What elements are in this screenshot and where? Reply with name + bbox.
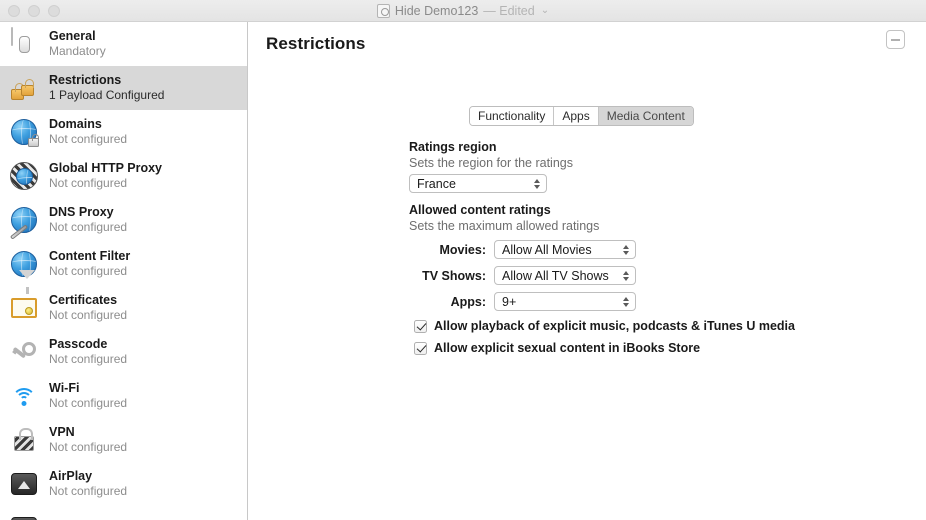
sidebar-item-title: Passcode: [49, 337, 108, 352]
window-title-area: Hide Demo123 — Edited ⌄: [0, 0, 926, 21]
tab-apps[interactable]: Apps: [554, 107, 599, 125]
sidebar-item-subtitle: Not configured: [49, 352, 128, 367]
sidebar-item-subtitle: Not configured: [49, 176, 128, 191]
profile-editor-window: Hide Demo123 — Edited ⌄ General Mandator…: [0, 0, 926, 520]
wifi-icon: [8, 380, 40, 412]
explicit-music-label: Allow playback of explicit music, podcas…: [434, 319, 795, 333]
chevron-down-icon[interactable]: ⌄: [541, 5, 549, 16]
stepper-arrows-icon: [623, 244, 629, 255]
close-button[interactable]: [8, 4, 20, 17]
traffic-lights: [8, 4, 60, 17]
apps-label: Apps:: [450, 294, 486, 309]
sidebar-item-title: Restrictions: [49, 73, 122, 88]
tv-shows-rating-value: Allow All TV Shows: [502, 268, 609, 283]
remove-payload-button[interactable]: [886, 30, 905, 49]
global-http-proxy-icon: [8, 160, 40, 192]
document-icon: [376, 3, 390, 18]
allowed-ratings-subtitle: Sets the maximum allowed ratings: [409, 219, 600, 233]
ratings-region-value: France: [417, 176, 456, 191]
movies-rating-select[interactable]: Allow All Movies: [494, 240, 636, 259]
page-title: Restrictions: [266, 34, 366, 53]
sidebar-item-vpn[interactable]: VPN Not configured: [0, 418, 247, 462]
tab-functionality[interactable]: Functionality: [470, 107, 555, 125]
sidebar-item-certificates[interactable]: Certificates Not configured: [0, 286, 247, 330]
sidebar-item-subtitle: Not configured: [49, 220, 128, 235]
sidebar-item-subtitle: 1 Payload Configured: [49, 88, 165, 103]
sidebar-item-subtitle: Not configured: [49, 440, 128, 455]
vpn-lock-icon: [8, 424, 40, 456]
sidebar-item-global-http-proxy[interactable]: Global HTTP Proxy Not configured: [0, 154, 247, 198]
sidebar-item-wifi[interactable]: Wi-Fi Not configured: [0, 374, 247, 418]
payload-sidebar[interactable]: General Mandatory Restrictions 1 Payload…: [0, 22, 248, 520]
sidebar-item-domains[interactable]: Domains Not configured: [0, 110, 247, 154]
sidebar-item-title: VPN: [49, 425, 75, 440]
sidebar-item-subtitle: Not configured: [49, 308, 128, 323]
payload-detail-pane: Restrictions Functionality Apps Media Co…: [248, 22, 926, 520]
sidebar-item-subtitle: Mandatory: [49, 44, 106, 59]
airplay-icon: [8, 468, 40, 500]
sidebar-item-dns-proxy[interactable]: DNS Proxy Not configured: [0, 198, 247, 242]
sidebar-item-airplay[interactable]: AirPlay Not configured: [0, 462, 247, 506]
sidebar-item-subtitle: Not configured: [49, 396, 128, 411]
sidebar-item-title: DNS Proxy: [49, 205, 114, 220]
zoom-button[interactable]: [48, 4, 60, 17]
window-title: Hide Demo123: [394, 3, 479, 18]
explicit-music-checkbox-row[interactable]: Allow playback of explicit music, podcas…: [409, 319, 869, 333]
sidebar-item-subtitle: Not configured: [49, 484, 128, 499]
stepper-arrows-icon: [623, 296, 629, 307]
apps-rating-row: Apps: 9+: [409, 292, 869, 311]
sidebar-item-airplay-security[interactable]: AirPlay Security: [0, 506, 247, 520]
window-titlebar: Hide Demo123 — Edited ⌄: [0, 0, 926, 22]
ratings-region-group: Ratings region Sets the region for the r…: [409, 140, 869, 193]
sidebar-item-restrictions[interactable]: Restrictions 1 Payload Configured: [0, 66, 247, 110]
sidebar-item-title: AirPlay: [49, 469, 93, 484]
sidebar-item-content-filter[interactable]: Content Filter Not configured: [0, 242, 247, 294]
sidebar-item-subtitle: Not configured: [49, 132, 128, 147]
media-content-form: Ratings region Sets the region for the r…: [409, 140, 869, 355]
apps-rating-value: 9+: [502, 294, 517, 309]
restrictions-locks-icon: [8, 72, 40, 104]
explicit-music-checkbox[interactable]: [414, 319, 427, 333]
certificates-icon: [8, 292, 40, 324]
explicit-ibooks-checkbox[interactable]: [414, 341, 427, 355]
content-filter-globe-funnel-icon: [8, 248, 40, 294]
movies-rating-row: Movies: Allow All Movies: [409, 240, 869, 259]
sidebar-item-title: Wi-Fi: [49, 381, 80, 396]
movies-label: Movies:: [439, 242, 486, 257]
sidebar-item-title: Content Filter: [49, 249, 131, 264]
sidebar-item-title: Domains: [49, 117, 102, 132]
ratings-region-select[interactable]: France: [409, 174, 547, 193]
apps-rating-select[interactable]: 9+: [494, 292, 636, 311]
tv-shows-rating-select[interactable]: Allow All TV Shows: [494, 266, 636, 285]
movies-rating-value: Allow All Movies: [502, 242, 592, 257]
passcode-key-icon: [8, 336, 40, 368]
window-body: General Mandatory Restrictions 1 Payload…: [0, 22, 926, 520]
sidebar-item-title: Global HTTP Proxy: [49, 161, 162, 176]
allowed-ratings-title: Allowed content ratings: [409, 203, 551, 217]
minimize-button[interactable]: [28, 4, 40, 17]
allowed-ratings-group: Allowed content ratings Sets the maximum…: [409, 203, 869, 311]
tv-shows-label: TV Shows:: [422, 268, 486, 283]
airplay-security-icon: [8, 512, 40, 520]
minus-icon: [891, 38, 900, 41]
ratings-region-title: Ratings region: [409, 140, 497, 154]
explicit-ibooks-checkbox-row[interactable]: Allow explicit sexual content in iBooks …: [409, 341, 869, 355]
sidebar-item-title: General: [49, 29, 96, 44]
ratings-region-subtitle: Sets the region for the ratings: [409, 156, 573, 170]
window-edited-status: — Edited: [483, 3, 535, 18]
domains-globe-lock-icon: [8, 116, 40, 148]
tv-shows-rating-row: TV Shows: Allow All TV Shows: [409, 266, 869, 285]
dns-proxy-globe-tool-icon: [8, 204, 40, 240]
explicit-ibooks-label: Allow explicit sexual content in iBooks …: [434, 341, 701, 355]
sidebar-item-general[interactable]: General Mandatory: [0, 22, 247, 66]
stepper-arrows-icon: [534, 178, 540, 189]
tab-media-content[interactable]: Media Content: [598, 107, 693, 125]
general-switch-icon: [8, 27, 40, 60]
sidebar-item-passcode[interactable]: Passcode Not configured: [0, 330, 247, 374]
stepper-arrows-icon: [623, 270, 629, 281]
sidebar-item-subtitle: Not configured: [49, 264, 128, 279]
sidebar-item-title: Certificates: [49, 293, 118, 308]
payload-tab-bar[interactable]: Functionality Apps Media Content: [469, 106, 694, 126]
